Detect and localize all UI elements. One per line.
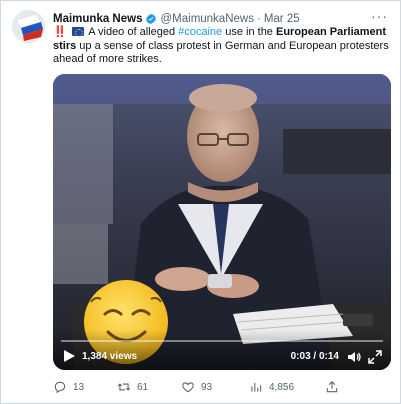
video-time: 0:03 / 0:14 bbox=[290, 351, 339, 362]
video-controls bbox=[53, 330, 391, 370]
share-button[interactable] bbox=[325, 380, 339, 394]
like-button[interactable]: 93 bbox=[181, 380, 212, 394]
reply-count: 13 bbox=[73, 381, 85, 393]
header-separator: · bbox=[256, 13, 261, 25]
views-button[interactable]: 4,856 bbox=[249, 380, 294, 394]
reply-button[interactable]: 13 bbox=[53, 380, 84, 394]
volume-icon[interactable] bbox=[347, 350, 361, 364]
heart-icon bbox=[182, 382, 194, 393]
hashtag-link[interactable]: #cocaine bbox=[178, 26, 222, 38]
reply-icon bbox=[54, 381, 66, 394]
play-icon[interactable] bbox=[62, 349, 76, 363]
fullscreen-icon[interactable] bbox=[368, 350, 382, 364]
avatar[interactable] bbox=[12, 10, 45, 43]
action-bar: 13 61 93 4,856 bbox=[53, 377, 383, 397]
tweet-date[interactable]: Mar 25 bbox=[264, 13, 300, 25]
tweet-text-part2: use in the bbox=[222, 26, 276, 38]
video-frame bbox=[53, 74, 391, 370]
tweet-text-part1: A video of alleged bbox=[85, 26, 179, 38]
avatar-image bbox=[12, 10, 45, 43]
more-icon[interactable]: ··· bbox=[371, 9, 388, 23]
views-count: 4,856 bbox=[269, 381, 295, 393]
double-exclamation-emoji: ‼️ bbox=[53, 26, 67, 38]
author-name[interactable]: Maimunka News bbox=[53, 13, 142, 25]
share-icon bbox=[326, 381, 338, 393]
tweet-text-part3: up a sense of class protest in German an… bbox=[53, 39, 389, 66]
video-progress-bar[interactable] bbox=[61, 340, 383, 342]
retweet-count: 61 bbox=[137, 381, 149, 393]
like-count: 93 bbox=[201, 381, 213, 393]
retweet-button[interactable]: 61 bbox=[117, 380, 148, 394]
eu-flag-icon bbox=[71, 27, 84, 37]
video-player[interactable]: 1,384 views 0:03 / 0:14 bbox=[53, 74, 391, 370]
verified-badge-icon bbox=[145, 13, 157, 25]
video-views: 1,384 views bbox=[82, 351, 138, 362]
retweet-icon bbox=[117, 383, 131, 391]
views-bar-chart-icon bbox=[251, 382, 262, 392]
tweet-header: Maimunka News @MaimunkaNews · Mar 25 bbox=[53, 11, 390, 27]
tweet-text: ‼️ A video of alleged #cocaine use in th… bbox=[53, 26, 391, 67]
tweet-card[interactable]: Maimunka News @MaimunkaNews · Mar 25 ···… bbox=[0, 0, 401, 404]
author-handle[interactable]: @MaimunkaNews bbox=[160, 13, 253, 25]
